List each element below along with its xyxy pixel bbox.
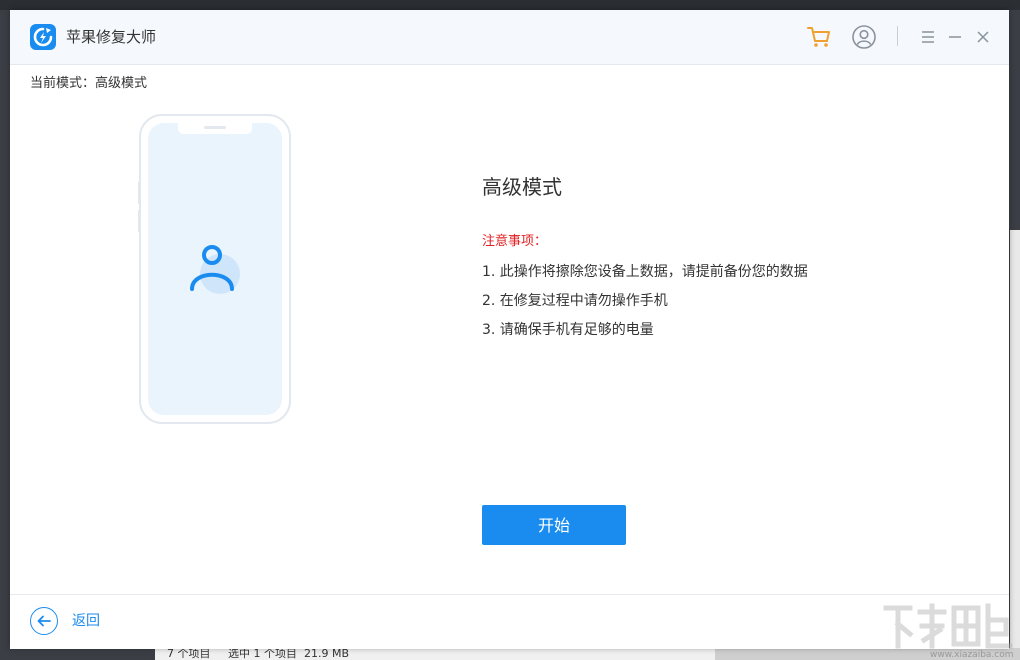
user-icon[interactable] (851, 24, 877, 50)
mode-info-panel: 高级模式 注意事项： 1. 此操作将擦除您设备上数据，请提前备份您的数据 2. … (482, 172, 902, 349)
phone-illustration (138, 114, 292, 426)
background-window-edge (1010, 230, 1020, 660)
page-title: 高级模式 (482, 175, 562, 199)
minimize-icon[interactable] (942, 24, 968, 50)
back-label[interactable]: 返回 (72, 611, 100, 631)
back-arrow-icon[interactable] (30, 607, 58, 635)
watermark-logo (880, 600, 1015, 652)
watermark-url: www.xiazaiba.com (930, 650, 1014, 660)
notice-item: 1. 此操作将擦除您设备上数据，请提前备份您的数据 (482, 264, 808, 280)
footer-bar: 返回 (10, 594, 1009, 649)
title-bar: 苹果修复大师 (10, 10, 1009, 65)
titlebar-separator (897, 26, 898, 46)
app-title: 苹果修复大师 (66, 28, 157, 46)
menu-icon[interactable] (915, 24, 941, 50)
cart-icon[interactable] (806, 24, 832, 50)
current-mode-value: 高级模式 (95, 76, 148, 91)
current-mode-label: 当前模式： (30, 76, 96, 91)
start-button[interactable]: 开始 (482, 505, 626, 545)
desktop-taskbar-strip (0, 0, 1020, 10)
app-logo-icon (30, 24, 56, 50)
notice-title: 注意事项： (482, 234, 548, 249)
close-icon[interactable] (970, 24, 996, 50)
notice-item: 2. 在修复过程中请勿操作手机 (482, 293, 668, 309)
notice-item: 3. 请确保手机有足够的电量 (482, 322, 654, 338)
background-explorer-statusbar: 7 个项目 选中 1 个项目 21.9 MB (155, 648, 715, 660)
app-window: 苹果修复大师 当前模式：高级模式 高级模式 注意事项： 1. 此操作将擦除您设备… (10, 10, 1009, 649)
current-mode: 当前模式：高级模式 (30, 74, 147, 94)
